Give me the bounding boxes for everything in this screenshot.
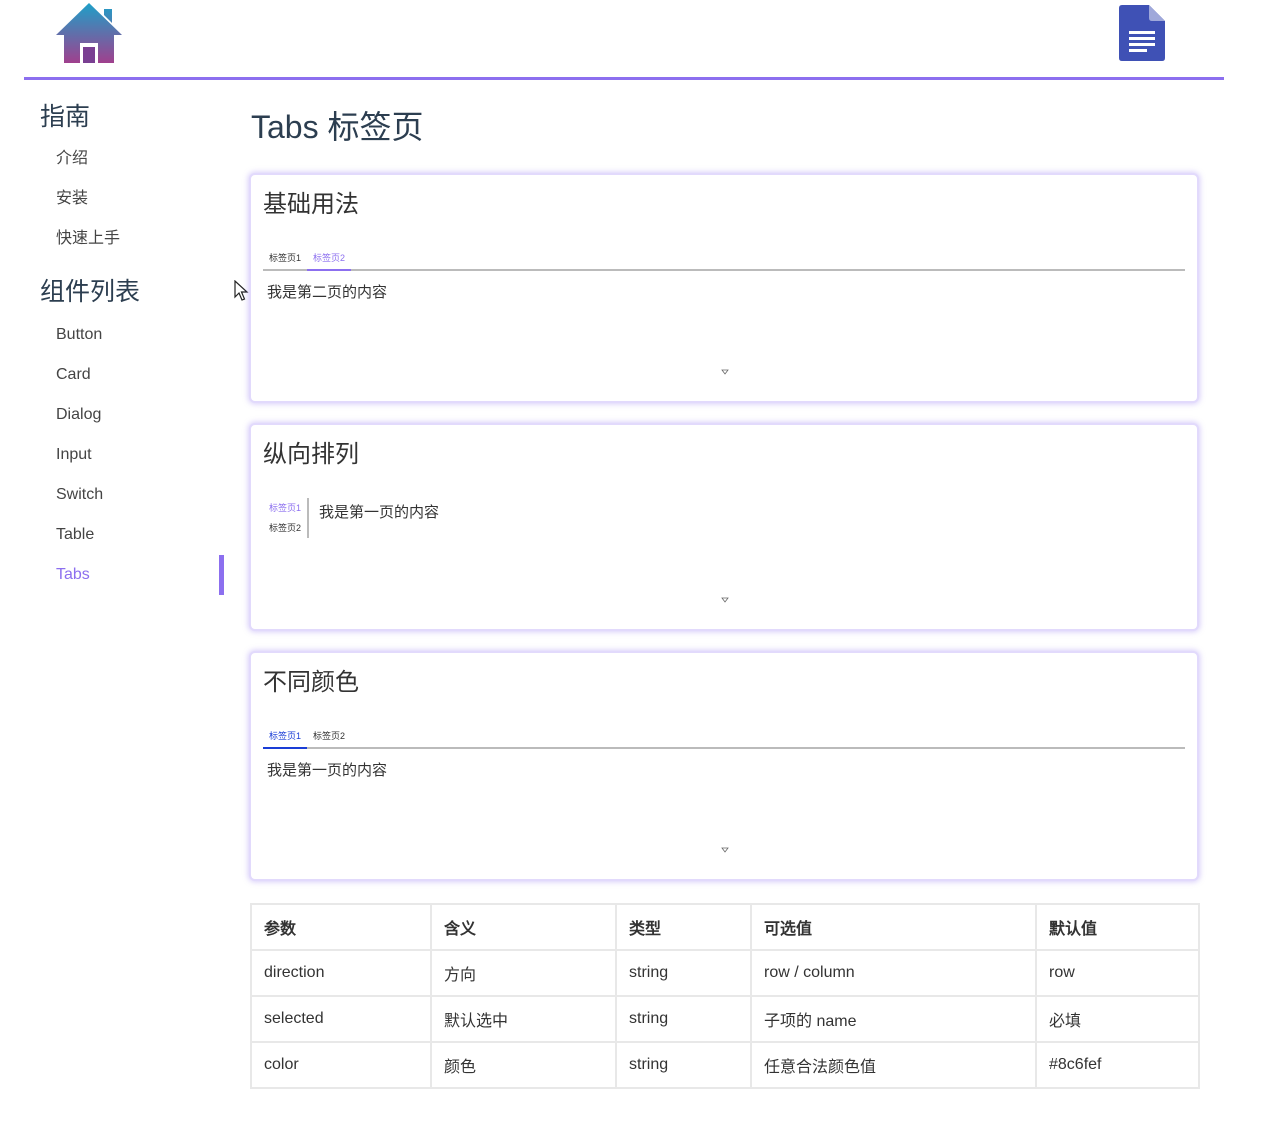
- tab-2[interactable]: 标签页2: [307, 727, 351, 747]
- expand-code-icon[interactable]: [721, 369, 729, 375]
- table-header-cell: 可选值: [750, 903, 1037, 951]
- tab-content: 我是第二页的内容: [267, 284, 388, 301]
- top-header: [24, 0, 1224, 80]
- table-cell: 颜色: [430, 1041, 617, 1089]
- sidebar-item-input[interactable]: Input: [40, 435, 225, 475]
- tab-nav: 标签页1 标签页2: [263, 249, 1185, 271]
- sidebar-nav: 指南 介绍 安装 快速上手 组件列表 Button Card Dialog In…: [40, 95, 225, 595]
- table-cell: row / column: [750, 949, 1037, 997]
- table-cell: #8c6fef: [1035, 1041, 1200, 1089]
- tab-1[interactable]: 标签页1: [263, 498, 301, 518]
- table-cell: direction: [250, 949, 432, 997]
- table-cell: string: [615, 949, 752, 997]
- table-header-cell: 含义: [430, 903, 617, 951]
- page-title: Tabs 标签页: [251, 109, 424, 145]
- props-table: 参数 含义 类型 可选值 默认值 direction 方向 string row…: [250, 903, 1200, 1089]
- table-cell: 子项的 name: [750, 995, 1037, 1043]
- card-title: 纵向排列: [263, 441, 359, 468]
- table-cell: string: [615, 1041, 752, 1089]
- tab-content: 我是第一页的内容: [319, 504, 440, 521]
- table-row: direction 方向 string row / column row: [250, 949, 1200, 997]
- table-cell: 方向: [430, 949, 617, 997]
- sidebar-group-title-guide: 指南: [40, 103, 91, 131]
- mouse-cursor-icon: [234, 280, 249, 301]
- table-header-cell: 默认值: [1035, 903, 1200, 951]
- sidebar-item-dialog[interactable]: Dialog: [40, 395, 225, 435]
- table-cell: selected: [250, 995, 432, 1043]
- sidebar-item-button[interactable]: Button: [40, 315, 225, 355]
- table-header-cell: 参数: [250, 903, 432, 951]
- tab-2[interactable]: 标签页2: [307, 249, 352, 271]
- tab-1[interactable]: 标签页1: [263, 249, 307, 269]
- tab-content: 我是第一页的内容: [267, 762, 388, 779]
- table-cell: color: [250, 1041, 432, 1089]
- table-cell: 必填: [1035, 995, 1200, 1043]
- demo-card-basic: 基础用法 标签页1 标签页2 我是第二页的内容: [249, 173, 1199, 403]
- table-row: selected 默认选中 string 子项的 name 必填: [250, 995, 1200, 1043]
- table-header-row: 参数 含义 类型 可选值 默认值: [250, 903, 1200, 951]
- active-indicator: [219, 555, 224, 595]
- table-cell: 任意合法颜色值: [750, 1041, 1037, 1089]
- tab-1[interactable]: 标签页1: [263, 727, 308, 749]
- table-cell: 默认选中: [430, 995, 617, 1043]
- sidebar-item-intro[interactable]: 介绍: [40, 139, 225, 179]
- card-title: 不同颜色: [263, 669, 359, 696]
- tabs-vertical: 标签页1 标签页2 我是第一页的内容: [263, 498, 439, 538]
- demo-card-color: 不同颜色 标签页1 标签页2 我是第一页的内容: [249, 651, 1199, 881]
- sidebar-group-title-components: 组件列表: [40, 278, 141, 306]
- sidebar-item-card[interactable]: Card: [40, 355, 225, 395]
- table-header-cell: 类型: [615, 903, 752, 951]
- tab-2[interactable]: 标签页2: [263, 518, 301, 538]
- home-icon[interactable]: [54, 1, 124, 65]
- demo-card-vertical: 纵向排列 标签页1 标签页2 我是第一页的内容: [249, 423, 1199, 631]
- sidebar-item-label: Tabs: [56, 566, 90, 583]
- table-row: color 颜色 string 任意合法颜色值 #8c6fef: [250, 1041, 1200, 1089]
- sidebar-item-quickstart[interactable]: 快速上手: [40, 219, 225, 259]
- sidebar-item-switch[interactable]: Switch: [40, 475, 225, 515]
- table-cell: row: [1035, 949, 1200, 997]
- tabs-basic: 标签页1 标签页2 我是第二页的内容: [263, 249, 1185, 312]
- tab-nav: 标签页1 标签页2: [263, 727, 1185, 749]
- tabs-color: 标签页1 标签页2 我是第一页的内容: [263, 727, 1185, 790]
- sidebar-item-install[interactable]: 安装: [40, 179, 225, 219]
- expand-code-icon[interactable]: [721, 847, 729, 853]
- sidebar-item-table[interactable]: Table: [40, 515, 225, 555]
- card-title: 基础用法: [263, 191, 359, 218]
- sidebar-item-tabs[interactable]: Tabs: [40, 555, 225, 595]
- tab-nav-vertical: 标签页1 标签页2: [263, 498, 310, 538]
- document-icon[interactable]: [1119, 5, 1165, 61]
- expand-code-icon[interactable]: [721, 597, 729, 603]
- table-cell: string: [615, 995, 752, 1043]
